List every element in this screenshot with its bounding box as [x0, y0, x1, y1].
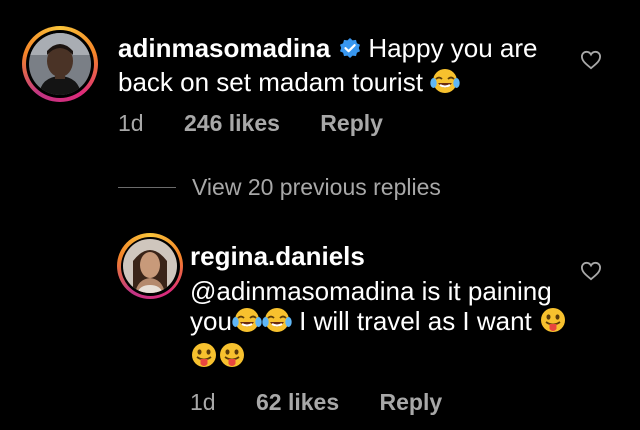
- comment-like-heart-icon[interactable]: [580, 50, 602, 75]
- comment-age: 1d: [118, 110, 144, 136]
- reply-likes[interactable]: 62 likes: [256, 389, 339, 415]
- reply-username[interactable]: regina.daniels: [190, 241, 570, 271]
- tears-of-joy-emoji-icon: [262, 307, 292, 341]
- reply-mention[interactable]: @adinmasomadina: [190, 276, 414, 306]
- tears-of-joy-emoji-icon: [232, 307, 262, 341]
- tongue-out-emoji-icon: [190, 342, 218, 376]
- tongue-out-emoji-icon: [539, 307, 567, 341]
- comment-username[interactable]: adinmasomadina: [118, 33, 330, 63]
- tongue-out-emoji-icon: [218, 342, 246, 376]
- view-previous-replies-label[interactable]: View 20 previous replies: [192, 174, 441, 201]
- comment-reply-button[interactable]: Reply: [320, 110, 383, 136]
- user-photo: [29, 33, 91, 95]
- divider-line: [118, 187, 176, 188]
- reply-avatar[interactable]: [117, 233, 183, 299]
- comment-likes[interactable]: 246 likes: [184, 110, 280, 136]
- verified-badge-icon: [338, 37, 362, 67]
- reply-age: 1d: [190, 389, 216, 415]
- avatar[interactable]: [22, 26, 98, 102]
- view-previous-replies[interactable]: View 20 previous replies: [118, 174, 441, 201]
- reply-text-part2: I will travel as I want: [299, 306, 532, 336]
- reply-reply-button[interactable]: Reply: [380, 389, 443, 415]
- reply-user-photo: [123, 239, 177, 293]
- tears-of-joy-emoji-icon: [430, 68, 460, 102]
- reply-like-heart-icon[interactable]: [580, 261, 602, 286]
